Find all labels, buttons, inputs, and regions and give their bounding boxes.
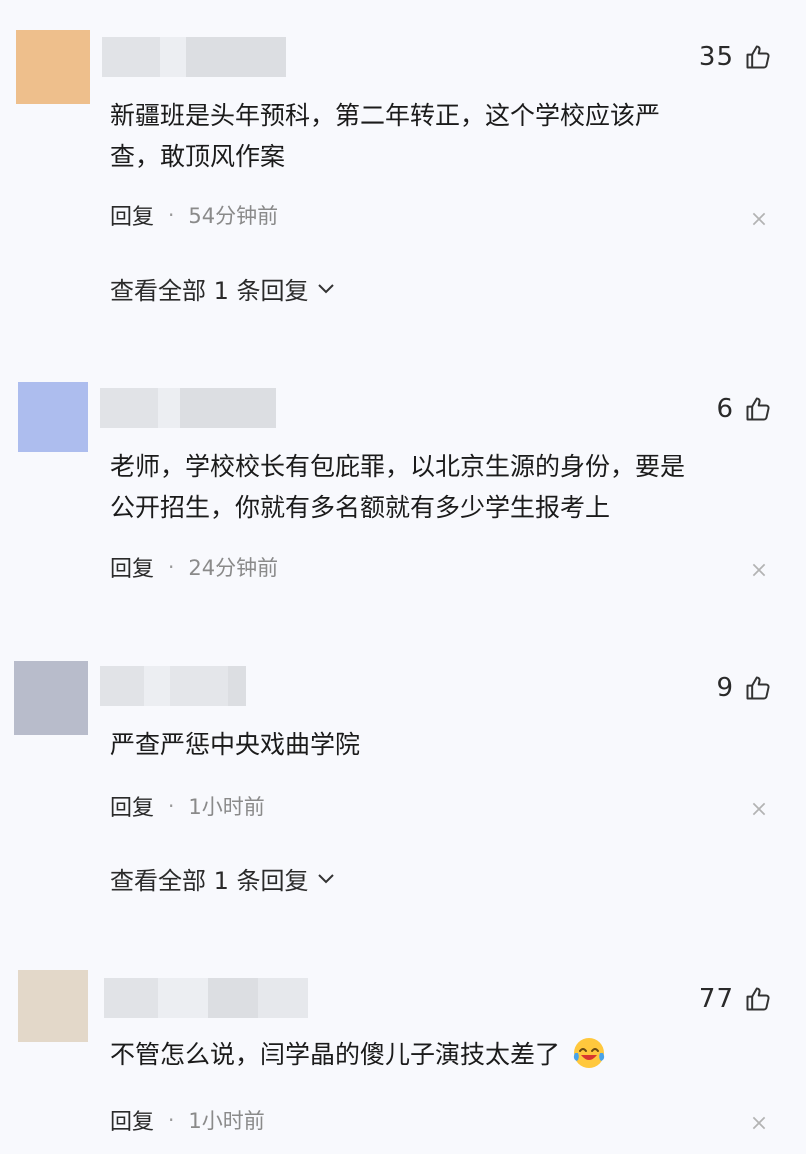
like-button[interactable]: 6 [716, 389, 772, 429]
reply-button[interactable]: 回复 [110, 1104, 154, 1136]
comment-meta: 回复 · 24分钟前 [110, 550, 278, 584]
username-blurred[interactable] [100, 388, 276, 428]
comment-text-line: 老师，学校校长有包庇罪，以北京生源的身份，要是 [110, 452, 686, 481]
thumbs-up-icon [744, 395, 772, 423]
comment-text-span: 不管怎么说，闫学晶的傻儿子演技太差了 [110, 1040, 561, 1069]
view-replies-label: 查看全部 1 条回复 [110, 866, 309, 895]
close-icon[interactable] [750, 800, 768, 818]
comment-text: 新疆班是头年预科，第二年转正，这个学校应该严 查，敢顶风作案 [110, 95, 750, 177]
view-all-replies-button[interactable]: 查看全部 1 条回复 [110, 858, 335, 898]
comment-meta: 回复 · 1小时前 [110, 789, 265, 823]
username-blurred[interactable] [102, 37, 286, 77]
like-count: 35 [698, 42, 734, 72]
avatar[interactable] [18, 970, 88, 1042]
username-blurred[interactable] [100, 666, 246, 706]
like-button[interactable]: 35 [699, 37, 772, 77]
comment-text-line: 查，敢顶风作案 [110, 142, 286, 171]
timestamp: 1小时前 [188, 1109, 265, 1133]
avatar[interactable] [18, 382, 88, 452]
like-button[interactable]: 77 [699, 979, 772, 1019]
comment-text-line: 新疆班是头年预科，第二年转正，这个学校应该严 [110, 101, 661, 130]
like-count: 6 [716, 394, 734, 424]
reply-button[interactable]: 回复 [110, 790, 154, 822]
view-all-replies-button[interactable]: 查看全部 1 条回复 [110, 268, 335, 308]
thumbs-up-icon [744, 674, 772, 702]
timestamp: 24分钟前 [188, 556, 279, 580]
laughing-crying-emoji-icon [573, 1038, 605, 1068]
reply-button[interactable]: 回复 [110, 199, 154, 231]
comment-text-line: 严查严惩中央戏曲学院 [110, 730, 361, 759]
avatar[interactable] [14, 661, 88, 735]
close-icon[interactable] [750, 561, 768, 579]
like-count: 77 [698, 984, 734, 1014]
comment-text: 老师，学校校长有包庇罪，以北京生源的身份，要是 公开招生，你就有多名额就有多少学… [110, 446, 750, 528]
separator-dot: · [168, 1108, 175, 1132]
comment-meta: 回复 · 54分钟前 [110, 198, 278, 232]
separator-dot: · [168, 203, 175, 227]
comment-text-line: 公开招生，你就有多名额就有多少学生报考上 [110, 493, 611, 522]
close-icon[interactable] [750, 1114, 768, 1132]
timestamp: 1小时前 [188, 795, 265, 819]
comment-text: 严查严惩中央戏曲学院 [110, 724, 750, 765]
username-blurred[interactable] [104, 978, 308, 1018]
comment-meta: 回复 · 1小时前 [110, 1103, 265, 1137]
separator-dot: · [168, 555, 175, 579]
reply-button[interactable]: 回复 [110, 551, 154, 583]
chevron-down-icon [317, 284, 334, 294]
comment-text-line: 不管怎么说，闫学晶的傻儿子演技太差了 [110, 1034, 750, 1075]
avatar[interactable] [16, 30, 90, 104]
thumbs-up-icon [744, 43, 772, 71]
chevron-down-icon [317, 874, 334, 884]
thumbs-up-icon [744, 985, 772, 1013]
comment-text: 不管怎么说，闫学晶的傻儿子演技太差了 [110, 1034, 750, 1075]
like-count: 9 [716, 673, 734, 703]
like-button[interactable]: 9 [716, 668, 772, 708]
close-icon[interactable] [750, 210, 768, 228]
view-replies-label: 查看全部 1 条回复 [110, 276, 309, 305]
timestamp: 54分钟前 [188, 204, 279, 228]
separator-dot: · [168, 794, 175, 818]
